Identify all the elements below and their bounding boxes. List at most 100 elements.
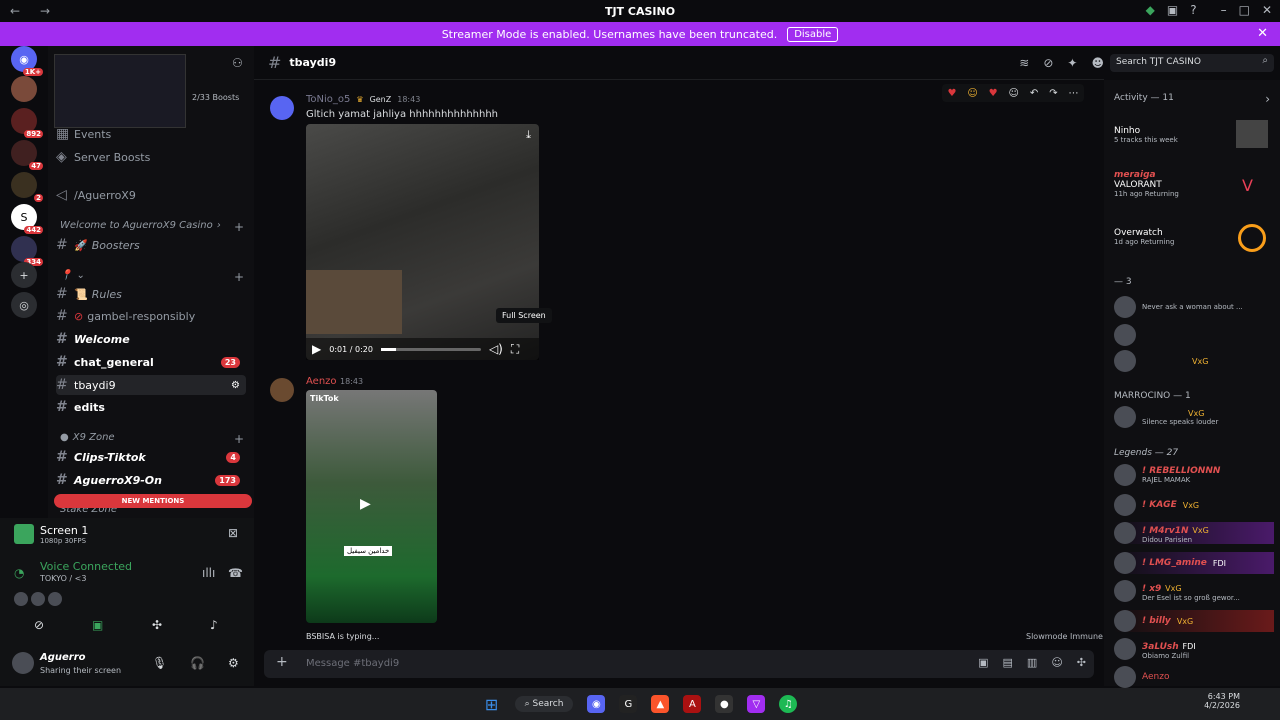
disconnect-icon[interactable]: ☎ xyxy=(228,566,243,580)
settings-gear-icon[interactable]: ⚙ xyxy=(228,656,239,670)
message-input[interactable]: Message #tbaydi9 xyxy=(306,658,399,669)
help-icon[interactable]: ? xyxy=(1190,3,1196,17)
category-x9[interactable]: ● X9 Zone xyxy=(60,432,115,443)
channel-tbaydi9[interactable]: # tbaydi9 ⚙ xyxy=(56,375,246,395)
apps-icon[interactable]: ✣ xyxy=(1077,656,1086,669)
member-item[interactable]: VxG xyxy=(1114,350,1274,372)
search-bar[interactable]: Search TJT CASINO ⌕ xyxy=(1110,54,1274,72)
server-boosts-item[interactable]: ◈ Server Boosts xyxy=(56,147,246,167)
emoji-icon[interactable]: ☺ xyxy=(1051,656,1062,669)
message-author[interactable]: Aenzo xyxy=(306,376,337,387)
screen-share-preview[interactable] xyxy=(54,54,186,128)
member-item[interactable]: ! LMG_amine FDI xyxy=(1114,552,1274,574)
channel-boosters[interactable]: # 🚀 Boosters xyxy=(56,235,246,255)
chrome-taskbar-icon[interactable]: G xyxy=(619,695,638,713)
channel-aguerro-on[interactable]: # AguerroX9-On 173 xyxy=(56,470,246,490)
chevron-right-icon[interactable]: › xyxy=(1265,92,1270,106)
discord-taskbar-icon[interactable]: ◉ xyxy=(587,695,606,713)
avatar[interactable] xyxy=(48,592,62,606)
member-item[interactable]: ! REBELLIONNN RAJEL MAMAK xyxy=(1114,464,1274,486)
windows-start-icon[interactable]: ⊞ xyxy=(483,695,501,714)
avatar[interactable] xyxy=(31,592,45,606)
author-avatar[interactable] xyxy=(270,378,294,402)
channel-settings-icon[interactable]: ⚙ xyxy=(231,380,240,391)
message-author[interactable]: ToNio_o5 xyxy=(306,94,350,105)
member-item[interactable]: ! billy VxG xyxy=(1114,610,1274,632)
app-taskbar-icon[interactable]: ● xyxy=(715,695,734,713)
author-avatar[interactable] xyxy=(270,96,294,120)
download-icon[interactable]: ⤓ xyxy=(526,128,531,142)
member-item[interactable] xyxy=(1114,324,1274,346)
voice-channel[interactable]: TOKYO / <3 xyxy=(40,574,86,583)
member-item[interactable]: ! x9 VxG Der Esel ist so groß gewor... xyxy=(1114,580,1274,602)
gif-icon[interactable]: ▤ xyxy=(1003,656,1013,669)
brave-taskbar-icon[interactable]: ▲ xyxy=(651,695,670,713)
maximize-icon[interactable]: □ xyxy=(1239,3,1250,17)
server-icon[interactable]: 892 xyxy=(11,108,43,138)
user-avatar[interactable] xyxy=(12,652,34,674)
channel-edits[interactable]: # edits xyxy=(56,397,246,417)
member-item[interactable]: VxG Silence speaks louder xyxy=(1114,406,1274,428)
play-icon[interactable]: ▶ xyxy=(312,342,321,356)
inbox-icon[interactable]: ▣ xyxy=(1167,3,1178,17)
message-composer[interactable]: + Message #tbaydi9 ▣ ▤ ▥ ☺ ✣ xyxy=(264,650,1094,678)
microphone-icon[interactable]: 🎙 xyxy=(152,656,167,670)
volume-icon[interactable]: ◁) xyxy=(489,342,503,356)
spotify-taskbar-icon[interactable]: ♫ xyxy=(779,695,798,713)
app-taskbar-icon[interactable]: A xyxy=(683,695,702,713)
fullscreen-icon[interactable]: ⛶ xyxy=(511,342,519,357)
camera-off-icon[interactable]: ⊘ xyxy=(34,618,44,632)
headphones-icon[interactable]: 🎧 xyxy=(190,656,205,670)
server-icon[interactable]: 334 xyxy=(11,236,43,266)
home-discord-icon[interactable]: ◉ 1K+ xyxy=(11,46,43,76)
server-icon[interactable]: 47 xyxy=(11,140,43,170)
pinned-icon[interactable]: ✦ xyxy=(1067,56,1077,70)
noise-icon[interactable]: ıllı xyxy=(202,566,215,580)
boost-progress[interactable]: 2/33 Boosts xyxy=(192,93,239,102)
add-channel-icon[interactable]: + xyxy=(234,270,244,284)
add-server-icon[interactable]: + xyxy=(11,262,37,288)
screen-share-icon[interactable]: ▣ xyxy=(92,618,103,632)
activity-icon[interactable]: ✣ xyxy=(152,618,162,632)
system-clock[interactable]: 6:43 PM 4/2/2026 xyxy=(1204,692,1240,710)
play-icon[interactable]: ▶ xyxy=(360,496,371,512)
heart-icon[interactable]: ♥ xyxy=(947,88,956,99)
close-window-icon[interactable]: ✕ xyxy=(1262,3,1272,17)
more-icon[interactable]: ⋯ xyxy=(1068,88,1078,99)
channel-rules[interactable]: # 📜 Rules xyxy=(56,284,246,304)
tiktok-video[interactable]: TikTok ▶ خدامين سيفيل xyxy=(306,390,437,623)
soundboard-icon[interactable]: ♪ xyxy=(210,618,218,632)
disable-button[interactable]: Disable xyxy=(787,26,839,42)
channel-chat-general[interactable]: # chat_general 23 xyxy=(56,352,246,372)
attach-plus-icon[interactable]: + xyxy=(276,654,288,670)
channel-clips[interactable]: # Clips-Tiktok 4 xyxy=(56,447,246,467)
sticker-icon[interactable]: ▥ xyxy=(1027,656,1037,669)
gift-icon[interactable]: ▣ xyxy=(978,656,988,669)
member-item[interactable]: ! KAGE VxG xyxy=(1114,494,1274,516)
close-banner-icon[interactable]: ✕ xyxy=(1257,26,1268,41)
threads-icon[interactable]: ≋ xyxy=(1019,56,1029,70)
add-channel-icon[interactable]: + xyxy=(234,432,244,446)
category-welcome[interactable]: Welcome to AguerroX9 Casino › xyxy=(60,220,221,231)
reply-icon[interactable]: ↶ xyxy=(1030,88,1038,99)
broken-heart-icon[interactable]: ♥ xyxy=(989,88,998,99)
new-mentions-pill[interactable]: NEW MENTIONS xyxy=(54,494,252,508)
avatar[interactable] xyxy=(14,592,28,606)
member-list-icon[interactable]: ☻ xyxy=(1091,56,1104,70)
taskbar-search[interactable]: ⌕ Search xyxy=(514,696,574,712)
add-channel-icon[interactable]: + xyxy=(234,220,244,234)
invite-icon[interactable]: ⚇ xyxy=(232,56,243,70)
server-icon[interactable] xyxy=(11,76,37,102)
forward-icon[interactable]: ↷ xyxy=(1049,88,1057,99)
member-item[interactable]: Never ask a woman about ... xyxy=(1114,296,1274,318)
server-icon-active[interactable]: S 442 xyxy=(11,204,43,234)
member-item[interactable]: ! M4rv1N VxG Didou Parisien xyxy=(1114,522,1274,544)
server-icon[interactable]: 2 xyxy=(11,172,43,202)
minimize-icon[interactable]: – xyxy=(1221,3,1227,17)
discover-icon[interactable]: ◎ xyxy=(11,292,37,318)
notifications-off-icon[interactable]: ⊘ xyxy=(1043,56,1053,70)
category-unnamed[interactable]: 📍 ⌄ xyxy=(60,270,85,281)
channel-gamble[interactable]: # ⊘ gambel-responsibly xyxy=(56,306,246,326)
video-player[interactable]: ⤓ ▶ 0:01 / 0:20 ◁) ⛶ xyxy=(306,124,539,360)
member-item[interactable]: Aenzo xyxy=(1114,666,1274,688)
